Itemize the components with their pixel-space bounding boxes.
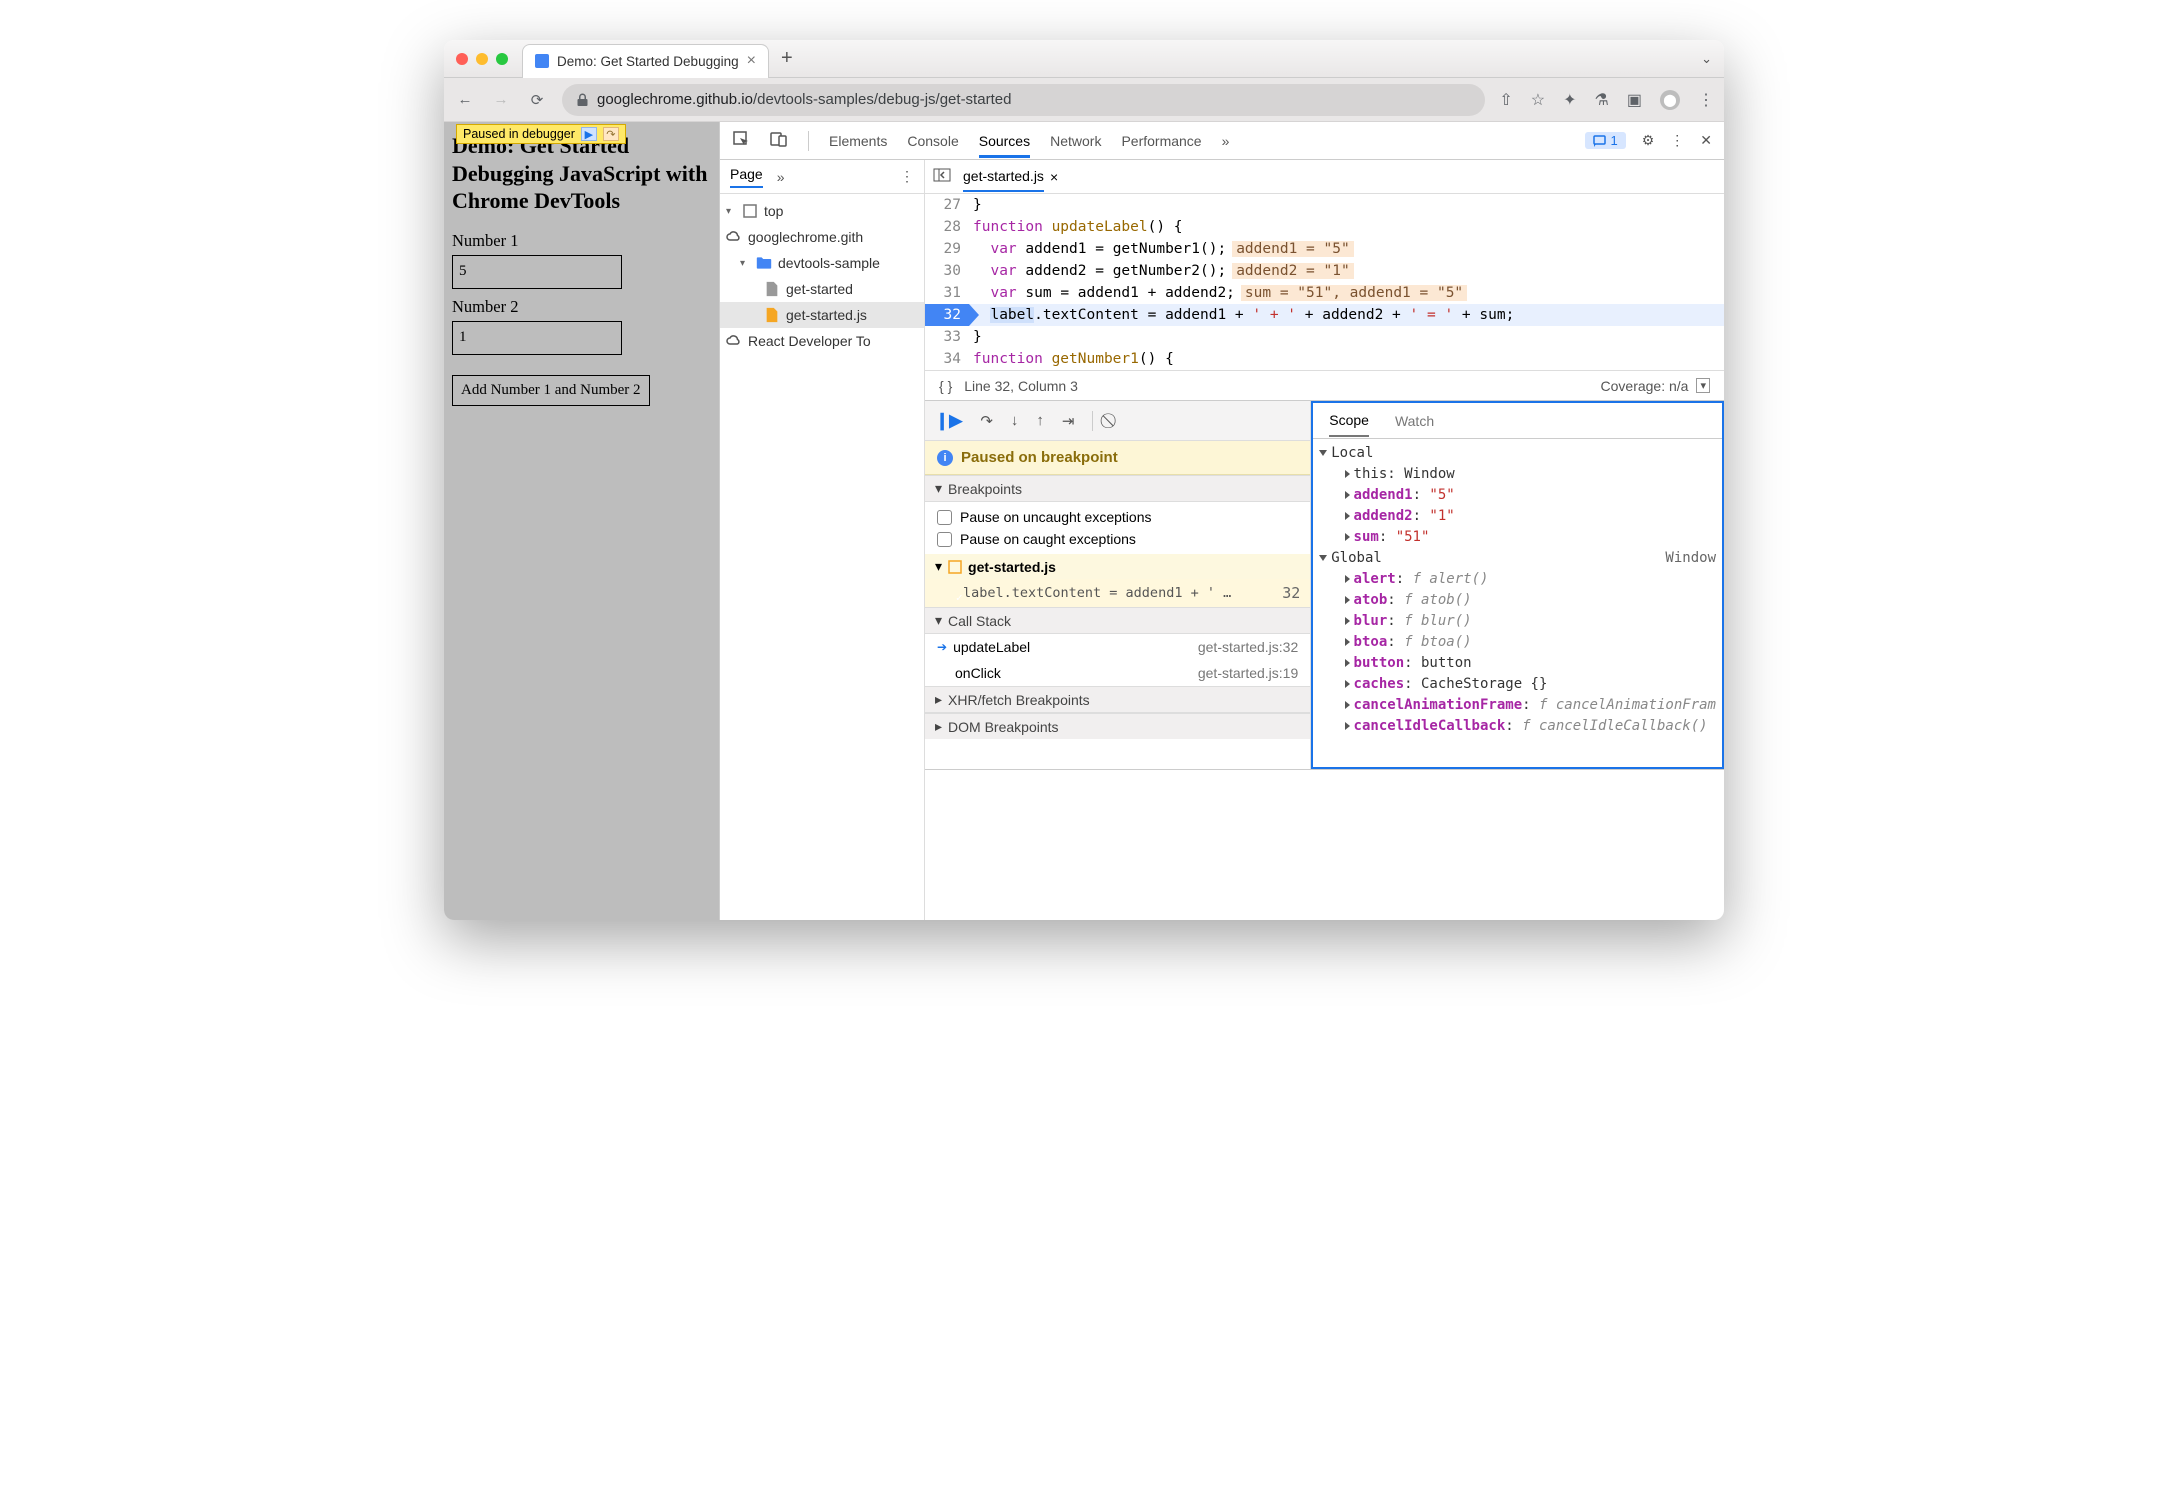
debugger-sidebar: > ❙▶ ↷ ↓ ↑ ⇥ ⃠ i [925,401,1311,769]
resume-icon[interactable]: ▶ [581,127,597,141]
tab-sources[interactable]: Sources [979,124,1030,158]
add-button[interactable]: Add Number 1 and Number 2 [452,375,650,406]
lock-icon [576,93,589,106]
pause-uncaught-checkbox[interactable]: Pause on uncaught exceptions [925,506,1310,528]
address-bar[interactable]: googlechrome.github.io/devtools-samples/… [562,84,1485,116]
breakpoint-file[interactable]: ▾get-started.js [925,554,1310,579]
share-icon[interactable]: ⇧ [1499,90,1512,110]
scope-watch-pane: Scope Watch Local this: Window addend1: … [1311,401,1724,769]
labs-icon[interactable]: ⚗ [1595,90,1609,110]
number2-label: Number 2 [452,297,711,317]
tab-network[interactable]: Network [1050,124,1101,158]
devtools: Elements Console Sources Network Perform… [719,122,1724,920]
page-heading: Demo: Get Started Debugging JavaScript w… [452,132,711,215]
section-dom-breakpoints[interactable]: ▸DOM Breakpoints [925,713,1310,739]
tree-domain[interactable]: googlechrome.gith [720,224,924,250]
cursor-position: Line 32, Column 3 [964,378,1078,394]
step-out-button[interactable]: ↑ [1036,412,1044,429]
navigator-menu-icon[interactable]: ⋮ [900,168,914,185]
callstack-frame[interactable]: updateLabelget-started.js:32 [925,634,1310,660]
tree-extension[interactable]: React Developer To [720,328,924,354]
toggle-navigator-icon[interactable] [933,168,951,185]
settings-icon[interactable]: ⚙ [1642,132,1655,149]
bookmark-icon[interactable]: ☆ [1531,90,1545,110]
titlebar: Demo: Get Started Debugging × + ⌄ [444,40,1724,78]
rendered-page: Paused in debugger ▶ ↷ Demo: Get Started… [444,122,719,920]
tree-file-js[interactable]: get-started.js [720,302,924,328]
tree-top[interactable]: ▾top [720,198,924,224]
menu-icon[interactable]: ⋮ [1698,90,1714,110]
paused-overlay-text: Paused in debugger [463,127,575,141]
navigator-tab-page[interactable]: Page [730,166,763,188]
sidepanel-icon[interactable]: ▣ [1627,90,1642,110]
more-tabs-icon[interactable]: » [1222,133,1230,149]
tab-elements[interactable]: Elements [829,124,887,158]
tab-watch[interactable]: Watch [1395,413,1434,429]
step-into-button[interactable]: ↓ [1011,412,1019,429]
tab-console[interactable]: Console [907,124,958,158]
extensions-icon[interactable]: ✦ [1563,90,1576,110]
section-callstack[interactable]: ▾Call Stack [925,607,1310,634]
tabs-overflow-icon[interactable]: ⌄ [1701,51,1712,67]
navigator-more-icon[interactable]: » [777,169,785,185]
editor: get-started.js× 27}28function updateLabe… [925,160,1724,920]
editor-file-tab[interactable]: get-started.js× [963,160,1058,193]
reload-button[interactable]: ⟳ [526,91,548,109]
breakpoint-item[interactable]: label.textContent = addend1 + ' …32 [925,579,1310,607]
callstack-frame[interactable]: onClickget-started.js:19 [925,660,1310,686]
info-icon: i [937,450,953,466]
editor-status: { } Line 32, Column 3 Coverage: n/a ▾ [925,370,1724,400]
inspect-icon[interactable] [732,130,750,151]
traffic-lights [456,53,508,65]
url-path: /devtools-samples/debug-js/get-started [753,91,1011,108]
debugger-panels: > ❙▶ ↷ ↓ ↑ ⇥ ⃠ i [925,400,1724,770]
number1-label: Number 1 [452,231,711,251]
coverage-label: Coverage: n/a [1601,378,1689,394]
minimize-window-icon[interactable] [476,53,488,65]
coverage-toggle-icon[interactable]: ▾ [1696,378,1710,393]
back-button[interactable]: ← [454,91,476,108]
close-window-icon[interactable] [456,53,468,65]
browser-tab[interactable]: Demo: Get Started Debugging × [522,44,769,78]
number1-input[interactable] [452,255,622,289]
section-xhr-breakpoints[interactable]: ▸XHR/fetch Breakpoints [925,686,1310,713]
resume-button[interactable]: ❙▶ [935,411,962,431]
content: Paused in debugger ▶ ↷ Demo: Get Started… [444,122,1724,920]
close-tab-icon[interactable]: × [747,52,756,70]
step-over-icon[interactable]: ↷ [603,127,619,141]
section-breakpoints[interactable]: ▾Breakpoints [925,475,1310,502]
paused-overlay: Paused in debugger ▶ ↷ [456,124,626,144]
toolbar-icons: ⇧ ☆ ✦ ⚗ ▣ ⬤ ⋮ [1499,90,1714,110]
pause-caught-checkbox[interactable]: Pause on caught exceptions [925,528,1310,550]
favicon-icon [535,54,549,68]
step-button[interactable]: ⇥ [1062,412,1075,430]
tab-performance[interactable]: Performance [1121,124,1201,158]
tab-scope[interactable]: Scope [1329,405,1369,437]
pause-reason: i Paused on breakpoint [925,441,1310,475]
close-file-icon[interactable]: × [1050,169,1058,185]
device-toggle-icon[interactable] [770,130,788,151]
scope-view[interactable]: Local this: Window addend1: "5" addend2:… [1313,439,1722,767]
forward-button[interactable]: → [490,91,512,108]
issues-badge[interactable]: 1 [1585,132,1625,149]
devtools-menu-icon[interactable]: ⋮ [1670,132,1684,149]
toolbar: ← → ⟳ googlechrome.github.io/devtools-sa… [444,78,1724,122]
code-view[interactable]: 27}28function updateLabel() {29 var adde… [925,194,1724,370]
tree-file-html[interactable]: get-started [720,276,924,302]
new-tab-button[interactable]: + [781,47,793,70]
close-devtools-icon[interactable]: ✕ [1700,132,1712,149]
chrome-window: Demo: Get Started Debugging × + ⌄ ← → ⟳ … [444,40,1724,920]
file-tree: ▾top googlechrome.gith ▾devtools-sample … [720,194,924,354]
zoom-window-icon[interactable] [496,53,508,65]
navigator-pane: Page » ⋮ ▾top googlechrome.gith ▾devtool… [720,160,925,920]
pretty-print-icon[interactable]: { } [939,378,952,394]
tree-folder[interactable]: ▾devtools-sample [720,250,924,276]
profile-icon[interactable]: ⬤ [1660,90,1680,110]
devtools-tabs: Elements Console Sources Network Perform… [720,122,1724,160]
url-host: googlechrome.github.io [597,91,753,108]
number2-input[interactable] [452,321,622,355]
step-over-button[interactable]: ↷ [980,412,993,430]
tab-title: Demo: Get Started Debugging [557,54,739,69]
